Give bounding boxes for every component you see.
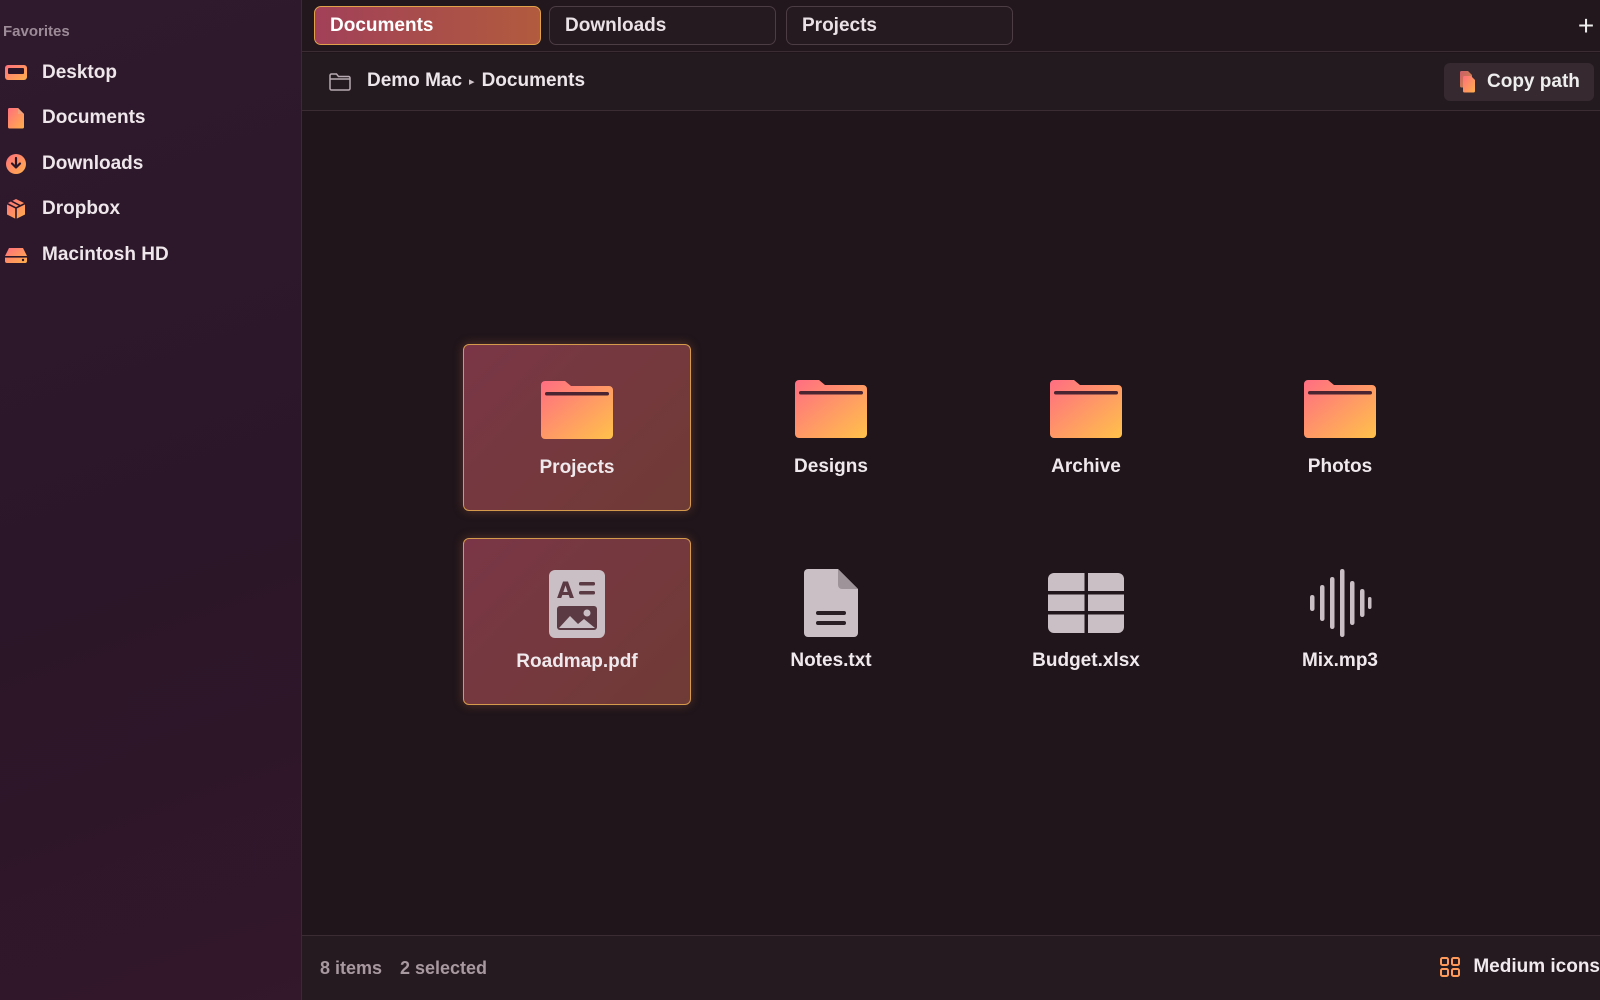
folder-icon xyxy=(537,377,617,443)
selection-count: 2 selected xyxy=(400,958,488,978)
grid-item-roadmap-pdf[interactable]: A Roadmap.pdf xyxy=(463,538,691,705)
desktop-icon xyxy=(4,61,28,85)
copy-icon xyxy=(1456,70,1478,94)
tab-projects[interactable]: Projects xyxy=(786,6,1013,45)
folder-outline-icon xyxy=(328,72,352,92)
status-bar: 8 items 2 selected Medium icons xyxy=(302,935,1600,1000)
file-manager-window: Favorites Desktop Documents Downloads Dr… xyxy=(0,0,1600,1000)
new-tab-button[interactable]: + xyxy=(1574,12,1598,40)
sidebar-item-label: Macintosh HD xyxy=(42,243,169,265)
grid-item-notes-txt[interactable]: Notes.txt xyxy=(717,538,945,705)
sidebar-heading: Favorites xyxy=(3,23,70,40)
view-mode-label: Medium icons xyxy=(1473,956,1600,977)
grid-item-name: Budget.xlsx xyxy=(1032,650,1140,671)
file-grid: Projects Designs Archive Photos A Roadma… xyxy=(302,112,1600,935)
grid-item-projects[interactable]: Projects xyxy=(463,344,691,511)
grid-item-budget-xlsx[interactable]: Budget.xlsx xyxy=(972,538,1200,705)
tab-downloads[interactable]: Downloads xyxy=(549,6,776,45)
main-content: Documents Downloads Projects + Demo Mac … xyxy=(302,0,1600,1000)
grid-item-mix-mp3[interactable]: Mix.mp3 xyxy=(1226,538,1454,705)
svg-text:A: A xyxy=(557,579,574,604)
sidebar-item-label: Downloads xyxy=(42,152,144,174)
pdf-document-icon: A xyxy=(537,567,617,641)
sidebar-item-documents[interactable]: Documents xyxy=(0,96,300,142)
folder-icon xyxy=(1046,376,1126,442)
text-document-icon xyxy=(791,566,871,640)
grid-item-name: Mix.mp3 xyxy=(1301,650,1379,671)
grid-view-icon xyxy=(1439,956,1461,978)
grid-item-name: Roadmap.pdf xyxy=(516,651,638,672)
grid-item-photos[interactable]: Photos xyxy=(1226,344,1454,511)
dropbox-icon xyxy=(4,197,28,221)
document-icon xyxy=(4,106,28,130)
grid-item-name: Designs xyxy=(794,456,868,477)
grid-item-name: Projects xyxy=(539,457,615,478)
breadcrumb-item-documents[interactable]: Documents xyxy=(482,70,585,92)
sidebar-list: Desktop Documents Downloads Dropbox Maci… xyxy=(0,50,300,278)
sidebar: Favorites Desktop Documents Downloads Dr… xyxy=(0,0,302,1000)
grid-item-name: Photos xyxy=(1307,456,1373,477)
drive-icon xyxy=(4,243,28,267)
sidebar-item-desktop[interactable]: Desktop xyxy=(0,50,300,96)
grid-item-name: Archive xyxy=(1051,456,1121,477)
spreadsheet-icon xyxy=(1046,566,1126,640)
copy-path-button[interactable]: Copy path xyxy=(1444,63,1594,101)
breadcrumb: Demo Mac ▸ Documents xyxy=(367,70,585,92)
sidebar-item-macintosh-hd[interactable]: Macintosh HD xyxy=(0,232,300,278)
sidebar-item-dropbox[interactable]: Dropbox xyxy=(0,187,300,233)
grid-item-designs[interactable]: Designs xyxy=(717,344,945,511)
breadcrumb-item-demo-mac[interactable]: Demo Mac xyxy=(367,70,462,92)
grid-item-archive[interactable]: Archive xyxy=(972,344,1200,511)
download-icon xyxy=(4,152,28,176)
copy-path-label: Copy path xyxy=(1487,71,1580,92)
item-count: 8 items xyxy=(320,958,383,978)
path-bar: Demo Mac ▸ Documents Copy path xyxy=(302,53,1600,111)
tab-bar: Documents Downloads Projects + xyxy=(302,0,1600,52)
tab-documents[interactable]: Documents xyxy=(314,6,541,45)
sidebar-item-label: Desktop xyxy=(42,61,117,83)
folder-icon xyxy=(791,376,871,442)
sidebar-item-downloads[interactable]: Downloads xyxy=(0,141,300,187)
sidebar-item-label: Documents xyxy=(42,107,146,129)
breadcrumb-separator: ▸ xyxy=(469,75,475,88)
view-mode-button[interactable]: Medium icons xyxy=(1439,956,1600,978)
grid-item-name: Notes.txt xyxy=(790,650,872,671)
audio-waveform-icon xyxy=(1300,566,1380,640)
sidebar-item-label: Dropbox xyxy=(42,198,121,220)
folder-icon xyxy=(1300,376,1380,442)
